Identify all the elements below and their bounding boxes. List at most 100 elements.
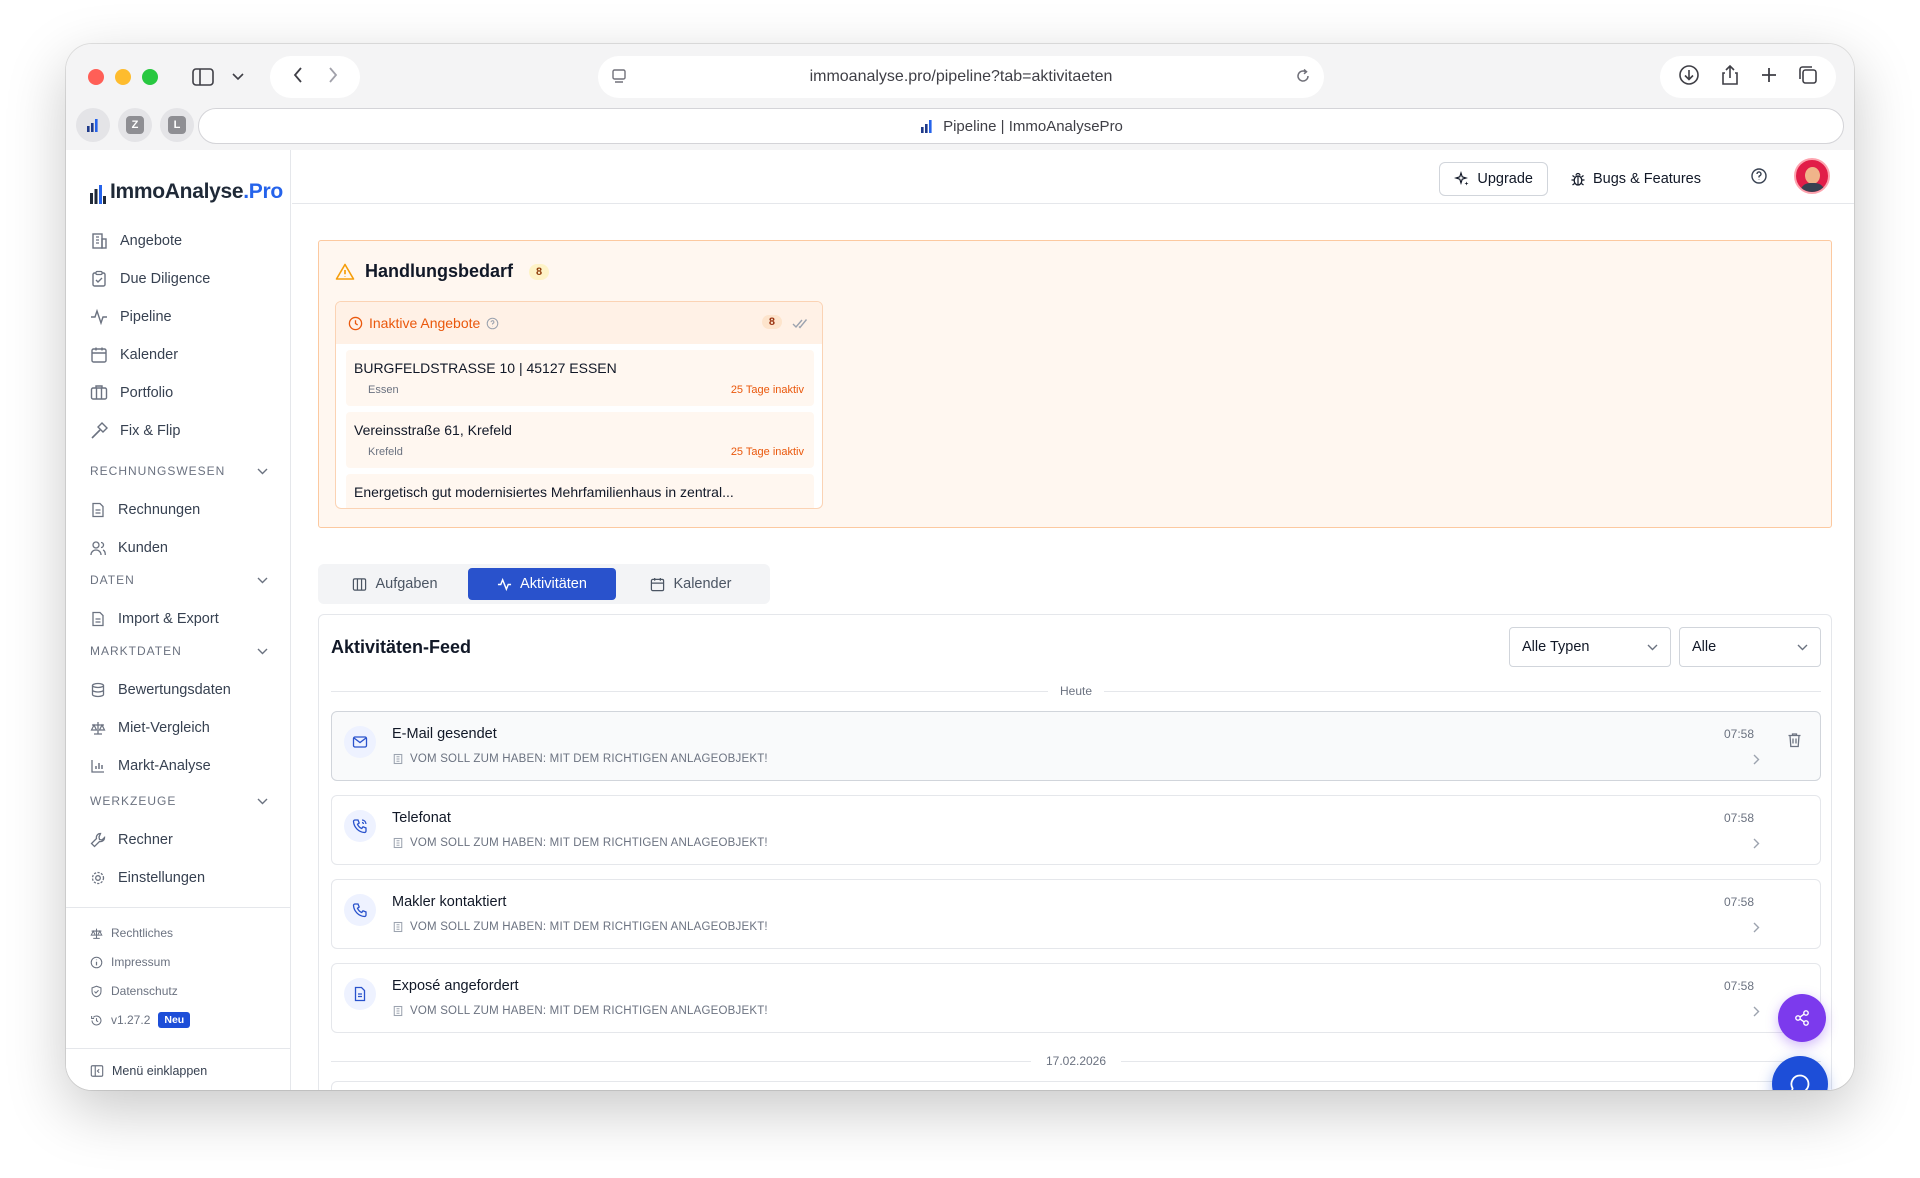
sidebar: ImmoAnalyse.Pro Angebote Due Diligence P… bbox=[66, 150, 291, 1090]
action-required-title: Handlungsbedarf bbox=[365, 261, 514, 281]
chevron-right-icon[interactable] bbox=[1753, 752, 1760, 768]
reload-icon[interactable] bbox=[1294, 67, 1312, 90]
section-marktdaten[interactable]: MARKTDATEN bbox=[90, 644, 268, 658]
tab-kalender[interactable]: Kalender bbox=[616, 568, 766, 600]
brand-logo[interactable]: ImmoAnalyse.Pro bbox=[90, 180, 283, 204]
sidebar-toggle-icon[interactable] bbox=[190, 64, 216, 90]
trash-icon[interactable] bbox=[1787, 732, 1802, 753]
share-icon[interactable] bbox=[1720, 64, 1740, 91]
bugs-features-button[interactable]: Bugs & Features bbox=[1562, 162, 1709, 196]
new-tab-icon[interactable] bbox=[1760, 66, 1778, 89]
sidebar-item-pipeline[interactable]: Pipeline bbox=[90, 306, 172, 328]
maximize-window-button[interactable] bbox=[142, 69, 158, 85]
activity-title: Telefonat bbox=[392, 810, 451, 826]
bar-chart-icon bbox=[921, 120, 932, 133]
sidebar-item-markt-analyse[interactable]: Markt-Analyse bbox=[90, 755, 211, 777]
sidebar-item-rechnungen[interactable]: Rechnungen bbox=[90, 499, 200, 521]
chevron-right-icon[interactable] bbox=[1753, 920, 1760, 936]
back-arrow-icon[interactable] bbox=[293, 66, 303, 88]
activity-item[interactable] bbox=[331, 1081, 1821, 1090]
activity-item[interactable]: Makler kontaktiert VOM SOLL ZUM HABEN: M… bbox=[331, 879, 1821, 949]
footer-link-datenschutz[interactable]: Datenschutz bbox=[90, 984, 178, 998]
scale-icon bbox=[90, 722, 106, 735]
minimize-window-button[interactable] bbox=[115, 69, 131, 85]
clock-icon bbox=[348, 316, 363, 330]
sidebar-item-miet-vergleich[interactable]: Miet-Vergleich bbox=[90, 717, 210, 739]
sidebar-divider bbox=[66, 1048, 291, 1049]
upgrade-button[interactable]: Upgrade bbox=[1439, 162, 1548, 196]
bug-icon bbox=[1571, 172, 1585, 186]
tab-aufgaben[interactable]: Aufgaben bbox=[322, 568, 468, 600]
sidebar-item-import-export[interactable]: Import & Export bbox=[90, 608, 219, 630]
tab-overview-icon[interactable] bbox=[1798, 65, 1818, 90]
version-info[interactable]: v1.27.2 Neu bbox=[90, 1012, 191, 1028]
address-bar[interactable]: immoanalyse.pro/pipeline?tab=aktivitaete… bbox=[598, 56, 1324, 98]
browser-tab[interactable]: Pipeline | ImmoAnalysePro bbox=[198, 108, 1844, 144]
activity-title: E-Mail gesendet bbox=[392, 726, 497, 742]
section-rechnungswesen[interactable]: RECHNUNGSWESEN bbox=[90, 464, 268, 478]
footer-link-impressum[interactable]: Impressum bbox=[90, 955, 170, 969]
page-settings-icon[interactable] bbox=[610, 67, 628, 90]
forward-arrow-icon[interactable] bbox=[328, 66, 338, 88]
chevron-right-icon[interactable] bbox=[1753, 1004, 1760, 1020]
sidebar-item-fix-flip[interactable]: Fix & Flip bbox=[90, 420, 180, 442]
app-topbar: Upgrade Bugs & Features bbox=[292, 150, 1854, 204]
help-circle-icon[interactable] bbox=[486, 317, 499, 330]
shield-icon bbox=[91, 985, 102, 997]
hammer-icon bbox=[91, 422, 108, 439]
sidebar-item-label: Einstellungen bbox=[118, 870, 206, 886]
favorite-l[interactable]: L bbox=[160, 108, 194, 142]
sidebar-item-kalender[interactable]: Kalender bbox=[90, 344, 178, 366]
sidebar-item-einstellungen[interactable]: Einstellungen bbox=[90, 867, 205, 889]
separator-line bbox=[1121, 1061, 1821, 1062]
kanban-icon bbox=[353, 577, 367, 591]
chevron-down-icon bbox=[257, 468, 268, 474]
footer-link-rechtliches[interactable]: Rechtliches bbox=[90, 926, 173, 940]
activity-item[interactable]: E-Mail gesendet VOM SOLL ZUM HABEN: MIT … bbox=[331, 711, 1821, 781]
chevron-down-icon[interactable] bbox=[230, 66, 246, 88]
inactive-offer-item[interactable]: BURGFELDSTRASSE 10 | 45127 ESSEN Essen 2… bbox=[346, 350, 814, 406]
user-avatar[interactable] bbox=[1794, 158, 1830, 194]
favorite-immoanalyse[interactable] bbox=[76, 108, 110, 142]
users-icon bbox=[90, 541, 106, 556]
sidebar-item-due-diligence[interactable]: Due Diligence bbox=[90, 268, 210, 290]
activity-item[interactable]: Telefonat VOM SOLL ZUM HABEN: MIT DEM RI… bbox=[331, 795, 1821, 865]
activity-icon bbox=[91, 308, 107, 326]
offer-address: Energetisch gut modernisiertes Mehrfamil… bbox=[354, 484, 734, 500]
inactive-offer-item[interactable]: Energetisch gut modernisiertes Mehrfamil… bbox=[346, 474, 814, 508]
section-daten[interactable]: DATEN bbox=[90, 573, 268, 587]
favorite-z[interactable]: Z bbox=[118, 108, 152, 142]
download-icon[interactable] bbox=[1678, 64, 1700, 91]
database-icon bbox=[91, 682, 105, 698]
filter-value: Alle Typen bbox=[1522, 639, 1590, 655]
activity-time: 07:58 bbox=[1723, 811, 1754, 825]
sidebar-item-bewertungsdaten[interactable]: Bewertungsdaten bbox=[90, 679, 231, 701]
sidebar-item-rechner[interactable]: Rechner bbox=[90, 829, 173, 851]
mark-all-read-icon[interactable] bbox=[792, 316, 808, 332]
action-required-count: 8 bbox=[529, 263, 550, 280]
date-separator: 17.02.2026 bbox=[331, 1051, 1821, 1071]
collapse-menu-button[interactable]: Menü einklappen bbox=[90, 1064, 207, 1078]
sidebar-item-portfolio[interactable]: Portfolio bbox=[90, 382, 173, 404]
activity-scope-filter[interactable]: Alle bbox=[1679, 627, 1821, 667]
sidebar-item-label: Kalender bbox=[120, 347, 179, 363]
activity-type-filter[interactable]: Alle Typen bbox=[1509, 627, 1671, 667]
sidebar-item-angebote[interactable]: Angebote bbox=[90, 230, 182, 252]
sidebar-item-label: Pipeline bbox=[120, 309, 172, 325]
inactive-offers-title: Inaktive Angebote bbox=[369, 315, 481, 331]
activity-object-label: VOM SOLL ZUM HABEN: MIT DEM RICHTIGEN AN… bbox=[410, 1005, 768, 1017]
activity-item[interactable]: Exposé angefordert VOM SOLL ZUM HABEN: M… bbox=[331, 963, 1821, 1033]
close-window-button[interactable] bbox=[88, 69, 104, 85]
section-werkzeuge[interactable]: WERKZEUGE bbox=[90, 794, 268, 808]
tab-aktivitaeten[interactable]: Aktivitäten bbox=[468, 568, 616, 600]
building-icon bbox=[92, 233, 107, 249]
building-icon bbox=[393, 921, 403, 933]
tab-title: Pipeline | ImmoAnalysePro bbox=[943, 117, 1123, 135]
help-icon[interactable] bbox=[1750, 167, 1768, 190]
separator-line bbox=[331, 1061, 1031, 1062]
chevron-right-icon[interactable] bbox=[1753, 836, 1760, 852]
sidebar-item-kunden[interactable]: Kunden bbox=[90, 537, 168, 559]
share-fab-button[interactable] bbox=[1778, 994, 1826, 1042]
browser-chrome: immoanalyse.pro/pipeline?tab=aktivitaete… bbox=[66, 44, 1854, 150]
inactive-offer-item[interactable]: Vereinsstraße 61, Krefeld Krefeld 25 Tag… bbox=[346, 412, 814, 468]
